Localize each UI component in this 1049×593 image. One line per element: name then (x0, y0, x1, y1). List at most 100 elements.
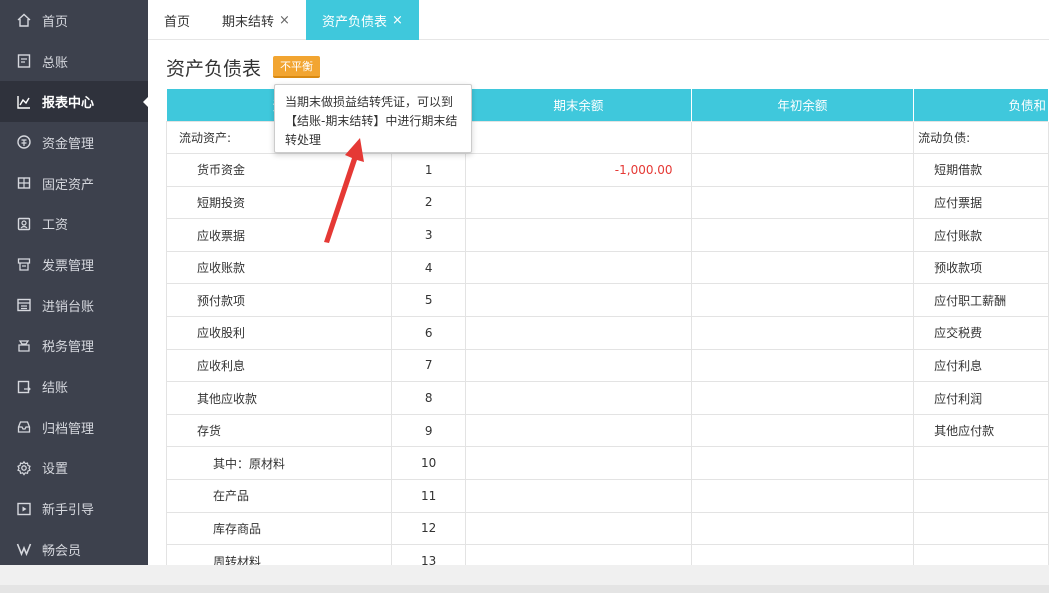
ending-balance-cell[interactable] (465, 218, 692, 252)
opening-balance-cell[interactable] (690, 446, 915, 481)
sidebar-item-label: 进销台账 (42, 299, 95, 315)
sidebar-item-guide[interactable]: 新手引导 (0, 488, 148, 529)
table-row[interactable]: 应收股利 6 应交税费 (165, 316, 1049, 350)
liability-name-cell: 其他应付款 (913, 413, 1049, 448)
table-row[interactable]: 存货 9 其他应付款 (165, 413, 1049, 448)
sidebar-item-funds[interactable]: 资金管理 (0, 122, 148, 163)
tooltip-line: 【结账-期末结转】中进行期末结 (285, 114, 458, 128)
asset-name-cell: 其中：原材料 (165, 446, 393, 481)
row-number-cell: 10 (391, 446, 467, 481)
vip-icon (16, 541, 32, 557)
table-row[interactable]: 库存商品 12 (165, 511, 1049, 546)
ending-balance-cell[interactable] (465, 413, 692, 448)
ending-balance-cell[interactable] (465, 381, 692, 415)
asset-name-cell: 应收票据 (165, 218, 393, 252)
table-row[interactable]: 应收账款 4 预收款项 (165, 250, 1049, 285)
sidebar-item-invoices[interactable]: 发票管理 (0, 244, 148, 285)
close-icon[interactable]: × (392, 13, 403, 28)
liability-name-cell: 应付利润 (913, 381, 1049, 415)
sidebar-item-settings[interactable]: 设置 (0, 448, 148, 489)
opening-balance-cell[interactable] (690, 153, 915, 187)
row-number-cell: 3 (391, 218, 467, 252)
sidebar-item-label: 畅会员 (42, 543, 82, 559)
sidebar-item-archive[interactable]: 归档管理 (0, 407, 148, 448)
row-number-cell: 9 (391, 413, 467, 448)
sidebar-item-salary[interactable]: 工资 (0, 203, 148, 244)
sidebar-item-reports[interactable]: 报表中心 (0, 81, 148, 123)
opening-balance-cell[interactable] (690, 544, 915, 565)
tab-balance-sheet[interactable]: 资产负债表 × (305, 0, 419, 40)
sidebar-item-checkout[interactable]: 结账 (0, 366, 148, 407)
ending-balance-cell[interactable]: -1,000.00 (465, 153, 692, 187)
asset-name-cell: 短期投资 (165, 185, 393, 220)
table-row[interactable]: 在产品 11 (165, 479, 1049, 513)
col-header-liabilities[interactable]: 负债和 (913, 89, 1049, 121)
opening-balance-cell[interactable] (690, 185, 915, 220)
opening-balance-cell[interactable] (690, 316, 915, 350)
row-number-cell: 7 (391, 348, 467, 383)
sidebar-item-home[interactable]: 首页 (0, 0, 148, 41)
col-header-opening-balance[interactable]: 年初余额 (691, 89, 915, 121)
ending-balance-cell[interactable] (465, 120, 692, 155)
ending-balance-cell[interactable] (465, 283, 692, 318)
table-row[interactable]: 其中：原材料 10 (165, 446, 1049, 481)
opening-balance-cell[interactable] (690, 283, 915, 318)
table-row[interactable]: 货币资金 1 -1,000.00 短期借款 (165, 153, 1049, 187)
opening-balance-cell[interactable] (690, 511, 915, 546)
sidebar-item-label: 固定资产 (42, 177, 95, 193)
row-number-cell: 12 (391, 511, 467, 546)
sidebar-item-inventory[interactable]: 进销台账 (0, 285, 148, 326)
balance-sheet-table: 资 期末余额 年初余额 负债和 流动资产:流动负债:货币资金1-1,000.00… (165, 89, 1049, 565)
home-icon (16, 12, 32, 28)
opening-balance-cell[interactable] (690, 250, 915, 285)
opening-balance-cell[interactable] (690, 348, 915, 383)
sidebar-item-label: 工资 (42, 218, 69, 234)
ending-balance-cell[interactable] (465, 250, 692, 285)
table-row[interactable]: 预付款项 5 应付职工薪酬 (165, 283, 1049, 318)
page-title: 资产负债表 (166, 57, 262, 80)
tab-home[interactable]: 首页 (148, 0, 206, 40)
ending-balance-cell[interactable] (465, 348, 692, 383)
asset-name-cell: 其他应收款 (165, 381, 393, 415)
sidebar-item-label: 结账 (42, 381, 69, 397)
opening-balance-cell[interactable] (690, 479, 915, 513)
liability-name-cell (913, 544, 1049, 565)
opening-balance-cell[interactable] (690, 381, 915, 415)
row-number-cell: 6 (391, 316, 467, 350)
table-row[interactable]: 应收票据 3 应付账款 (165, 218, 1049, 252)
status-badge[interactable]: 不平衡 (273, 56, 321, 78)
ending-balance-cell[interactable] (465, 544, 692, 565)
opening-balance-cell[interactable] (690, 413, 915, 448)
liability-name-cell: 应付账款 (913, 218, 1049, 252)
chart-icon (16, 94, 32, 110)
tab-label: 期末结转 (222, 14, 275, 30)
sidebar-item-vip[interactable]: 畅会员 (0, 529, 148, 570)
table-row[interactable]: 周转材料 13 (165, 544, 1049, 565)
sidebar-item-ledger[interactable]: 总账 (0, 41, 148, 82)
ending-balance-cell[interactable] (465, 446, 692, 481)
inventory-icon (16, 297, 32, 313)
horizontal-scrollbar[interactable] (0, 585, 1049, 593)
col-header-ending-balance[interactable]: 期末余额 (465, 89, 692, 121)
ending-balance-cell[interactable] (465, 316, 692, 350)
guide-icon (16, 501, 32, 517)
ending-balance-cell[interactable] (465, 511, 692, 546)
ledger-icon (16, 53, 32, 69)
row-number-cell: 13 (391, 544, 467, 565)
asset-name-cell: 在产品 (165, 479, 393, 513)
ending-balance-cell[interactable] (465, 185, 692, 220)
tooltip-line: 转处理 (285, 133, 322, 147)
table-row[interactable]: 其他应收款 8 应付利润 (165, 381, 1049, 415)
invoice-icon (16, 256, 32, 272)
sidebar-item-fixed-assets[interactable]: 固定资产 (0, 163, 148, 204)
ending-balance-cell[interactable] (465, 479, 692, 513)
table-row[interactable]: 短期投资 2 应付票据 (165, 185, 1049, 220)
opening-balance-cell[interactable] (690, 120, 915, 155)
row-number-cell: 4 (391, 250, 467, 285)
table-body: 流动资产: 流动负债: 货币资金 1 -1,000.00 短期借款 短期投资 2 应付票据 应收票… (165, 120, 1049, 565)
table-row[interactable]: 应收利息 7 应付利息 (165, 348, 1049, 383)
sidebar-item-tax[interactable]: 税务管理 (0, 326, 148, 367)
close-icon[interactable]: × (279, 13, 290, 28)
tab-period-end-transfer[interactable]: 期末结转 × (206, 0, 306, 40)
opening-balance-cell[interactable] (690, 218, 915, 252)
